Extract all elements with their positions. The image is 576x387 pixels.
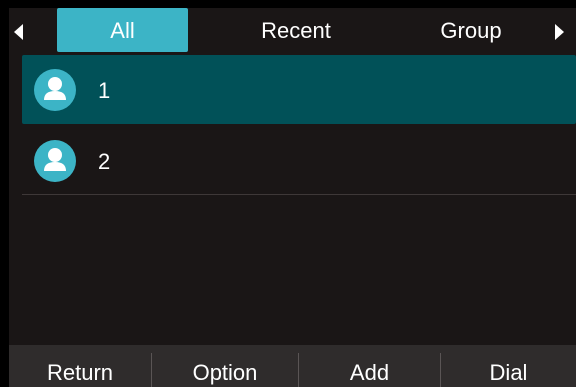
softkey-bar: Return Option Add Dial (9, 345, 576, 387)
return-softkey[interactable]: Return (9, 345, 151, 387)
tab-bar: All Recent Group (9, 8, 576, 53)
dial-softkey[interactable]: Dial (441, 345, 576, 387)
scroll-right-arrow-icon[interactable] (555, 24, 564, 40)
row-divider (22, 194, 576, 195)
person-icon (44, 148, 66, 171)
contact-row-2[interactable]: 2 (22, 126, 576, 195)
contact-avatar-icon (34, 69, 76, 111)
add-softkey[interactable]: Add (299, 345, 440, 387)
tab-recent[interactable]: Recent (231, 8, 361, 52)
phone-screen: All Recent Group 1 2 Return Option Add D… (9, 8, 576, 387)
person-icon (44, 77, 66, 100)
contact-name: 2 (98, 149, 111, 174)
option-softkey[interactable]: Option (152, 345, 298, 387)
tab-all[interactable]: All (57, 8, 188, 52)
contact-name: 1 (98, 78, 111, 103)
tab-group[interactable]: Group (406, 8, 536, 52)
scroll-left-arrow-icon[interactable] (14, 24, 23, 40)
contact-avatar-icon (34, 140, 76, 182)
contact-row-1[interactable]: 1 (22, 55, 576, 124)
